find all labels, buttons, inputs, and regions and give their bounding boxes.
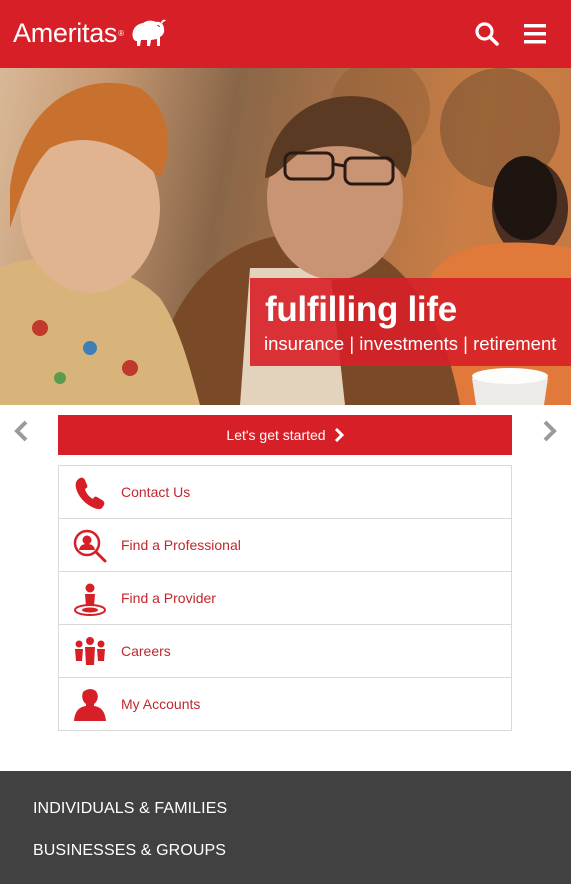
chevron-left-icon[interactable] [12,420,32,442]
search-icon[interactable] [473,20,501,48]
hero-tagline: insurance | investments | retirement [264,333,557,354]
logo-registered-mark: ® [118,28,125,38]
quick-link-find-professional[interactable]: Find a Professional [59,519,511,572]
cta-label: Let's get started [226,427,326,443]
chevron-right-icon[interactable] [539,420,559,442]
quick-link-my-accounts[interactable]: My Accounts [59,678,511,731]
quick-link-contact-us[interactable]: Contact Us [59,466,511,519]
link-label: My Accounts [121,696,201,712]
logo-text: Ameritas [13,17,118,48]
hero-banner[interactable]: fulfilling life insurance | investments … [0,68,571,405]
quick-links-list: Contact Us Find a Professional Find a Pr… [58,465,512,731]
person-search-icon [73,529,107,563]
hero-caption: fulfilling life insurance | investments … [250,278,571,366]
page: Ameritas ® fulfilling life insurance | i… [0,0,571,884]
link-label: Contact Us [121,484,191,500]
group-people-icon [75,637,105,665]
hero-headline: fulfilling life [265,290,457,329]
lets-get-started-button[interactable]: Let's get started [58,415,512,455]
hamburger-menu-icon[interactable] [522,20,550,48]
link-label: Find a Professional [121,537,241,553]
ameritas-logo[interactable]: Ameritas ® [13,13,167,53]
footer-link-individuals-families[interactable]: INDIVIDUALS & FAMILIES [33,800,227,818]
chevron-right-icon [334,428,344,442]
user-account-icon [74,689,106,721]
location-person-icon [74,583,106,616]
footer-link-businesses-groups[interactable]: BUSINESSES & GROUPS [33,842,226,860]
quick-link-careers[interactable]: Careers [59,625,511,678]
site-header: Ameritas ® [0,0,571,68]
link-label: Find a Provider [121,590,216,606]
phone-icon [75,477,105,510]
bison-icon [132,19,167,46]
link-label: Careers [121,643,171,659]
footer-nav: INDIVIDUALS & FAMILIES BUSINESSES & GROU… [0,771,571,884]
quick-link-find-provider[interactable]: Find a Provider [59,572,511,625]
